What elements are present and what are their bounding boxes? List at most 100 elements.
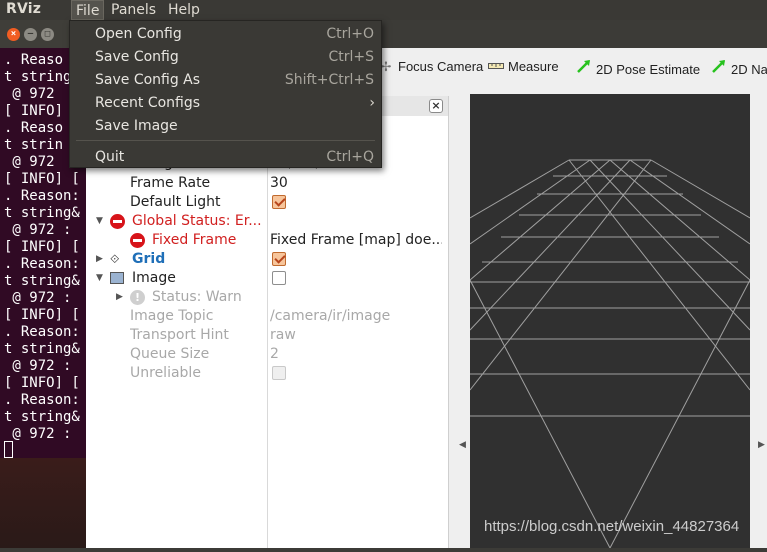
expand-down-icon[interactable]: ▼ bbox=[96, 212, 106, 231]
display-row-fixed-frame[interactable]: Fixed Frame Fixed Frame [map] doe... bbox=[86, 231, 446, 250]
menu-item-open-config[interactable]: Open Config Ctrl+O bbox=[70, 23, 381, 45]
checkbox[interactable] bbox=[272, 252, 286, 266]
terminal-line: @ 972 : bbox=[4, 290, 72, 306]
row-value: /camera/ir/image bbox=[270, 308, 391, 324]
row-value: Fixed Frame [map] doe... bbox=[270, 232, 442, 248]
row-name: Unreliable bbox=[130, 365, 201, 381]
tool-label: Focus Camera bbox=[398, 59, 484, 74]
terminal-line: t string& bbox=[4, 409, 80, 425]
display-row-unreliable[interactable]: Unreliable bbox=[86, 364, 446, 383]
menu-item-save-config[interactable]: Save Config Ctrl+S bbox=[70, 46, 381, 68]
3d-viewport[interactable] bbox=[469, 94, 751, 549]
tool-measure[interactable]: Measure bbox=[488, 58, 559, 76]
menu-item-label: Open Config bbox=[95, 26, 182, 42]
expand-down-icon[interactable]: ▼ bbox=[96, 269, 106, 288]
display-row-frame-rate[interactable]: Frame Rate 30 bbox=[86, 174, 446, 193]
menu-item-label: Save Config bbox=[95, 49, 179, 65]
display-row-transport-hint[interactable]: Transport Hint raw bbox=[86, 326, 446, 345]
display-row-default-light[interactable]: Default Light bbox=[86, 193, 446, 212]
terminal-line: [ INFO] [ bbox=[4, 375, 80, 391]
terminal-cursor bbox=[4, 441, 13, 458]
terminal-line: [ INFO] [ bbox=[4, 239, 80, 255]
terminal-line: [ INFO] [ bbox=[4, 307, 80, 323]
expand-right-icon[interactable]: ▶ bbox=[116, 288, 126, 307]
menu-separator bbox=[76, 140, 375, 141]
minimize-window-icon[interactable]: – bbox=[24, 28, 37, 41]
scroll-left-icon[interactable]: ◀ bbox=[459, 440, 466, 450]
row-name: Queue Size bbox=[130, 346, 210, 362]
row-name: Default Light bbox=[130, 194, 221, 210]
menu-file[interactable]: File bbox=[71, 0, 105, 20]
row-name: Image bbox=[132, 270, 176, 286]
ruler-icon bbox=[488, 58, 504, 76]
terminal-line: . Reason: bbox=[4, 324, 80, 340]
terminal-line: @ 972 : bbox=[4, 426, 72, 442]
row-name: Global Status: Er... bbox=[132, 213, 262, 229]
chevron-right-icon: › bbox=[369, 95, 375, 111]
row-value: 2 bbox=[270, 346, 279, 362]
menu-help[interactable]: Help bbox=[164, 0, 204, 20]
terminal-line: . Reason: bbox=[4, 188, 80, 204]
row-name: Transport Hint bbox=[130, 327, 229, 343]
expand-right-icon[interactable]: ▶ bbox=[96, 250, 106, 269]
menu-item-label: Recent Configs bbox=[95, 95, 201, 111]
row-name: Frame Rate bbox=[130, 175, 211, 191]
row-name: Status: Warn bbox=[152, 289, 242, 305]
file-menu-dropdown: Open Config Ctrl+O Save Config Ctrl+S Sa… bbox=[69, 20, 382, 168]
green-arrow-icon bbox=[711, 58, 727, 79]
terminal-line: t string& bbox=[4, 273, 80, 289]
image-icon bbox=[110, 272, 124, 284]
grid-icon: ⟐ bbox=[110, 252, 120, 266]
desktop-background bbox=[0, 458, 86, 548]
error-icon bbox=[110, 214, 125, 229]
terminal-line: @ 972 : bbox=[4, 222, 72, 238]
error-icon bbox=[130, 233, 145, 248]
tool-2d-nav-goal[interactable]: 2D Na bbox=[711, 58, 767, 79]
shortcut-label: Ctrl+Q bbox=[326, 149, 374, 165]
terminal-line: . Reason: bbox=[4, 392, 80, 408]
terminal-line: [ INFO] [ bbox=[4, 171, 80, 187]
display-row-queue-size[interactable]: Queue Size 2 bbox=[86, 345, 446, 364]
scroll-right-icon[interactable]: ▶ bbox=[758, 440, 765, 450]
menu-item-recent-configs[interactable]: Recent Configs › bbox=[70, 92, 381, 114]
shortcut-label: Ctrl+O bbox=[326, 26, 374, 42]
checkbox[interactable] bbox=[272, 366, 286, 380]
maximize-window-icon[interactable]: □ bbox=[41, 28, 54, 41]
shortcut-label: Ctrl+S bbox=[328, 49, 374, 65]
watermark-text: https://blog.csdn.net/weixin_44827364 bbox=[484, 518, 740, 535]
tool-label: Measure bbox=[508, 59, 559, 74]
terminal-line: . Reason: bbox=[4, 256, 80, 272]
row-value: 30 bbox=[270, 175, 288, 191]
display-row-grid[interactable]: ▶ ⟐ Grid bbox=[86, 250, 446, 269]
display-row-status-warn[interactable]: ▶ ! Status: Warn bbox=[86, 288, 446, 307]
warning-icon: ! bbox=[130, 290, 145, 305]
shortcut-label: Shift+Ctrl+S bbox=[284, 72, 374, 88]
checkbox[interactable] bbox=[272, 195, 286, 209]
row-name: Fixed Frame bbox=[152, 232, 237, 248]
display-row-image[interactable]: ▼ Image bbox=[86, 269, 446, 288]
terminal-line: t string& bbox=[4, 205, 80, 221]
menu-item-quit[interactable]: Quit Ctrl+Q bbox=[70, 146, 381, 168]
row-value: raw bbox=[270, 327, 296, 343]
menu-item-label: Save Image bbox=[95, 118, 178, 134]
menu-panels[interactable]: Panels bbox=[107, 0, 160, 20]
row-name: Image Topic bbox=[130, 308, 214, 324]
grid-render bbox=[469, 159, 751, 549]
menubar: RViz File Panels Help bbox=[0, 0, 767, 20]
menu-item-label: Save Config As bbox=[95, 72, 201, 88]
app-name: RViz bbox=[6, 1, 42, 17]
display-row-image-topic[interactable]: Image Topic /camera/ir/image bbox=[86, 307, 446, 326]
menu-item-save-image[interactable]: Save Image bbox=[70, 115, 381, 137]
display-row-global-status[interactable]: ▼ Global Status: Er... bbox=[86, 212, 446, 231]
green-arrow-icon bbox=[576, 58, 592, 79]
tool-label: 2D Na bbox=[731, 62, 767, 77]
tool-focus-camera[interactable]: ✢ Focus Camera bbox=[378, 58, 484, 76]
checkbox[interactable] bbox=[272, 271, 286, 285]
tool-2d-pose-estimate[interactable]: 2D Pose Estimate bbox=[576, 58, 700, 79]
close-icon[interactable]: × bbox=[429, 99, 443, 113]
menu-item-label: Quit bbox=[95, 149, 125, 165]
terminal-line: t string& bbox=[4, 341, 80, 357]
row-name: Grid bbox=[132, 251, 166, 267]
close-window-icon[interactable]: × bbox=[7, 28, 20, 41]
menu-item-save-config-as[interactable]: Save Config As Shift+Ctrl+S bbox=[70, 69, 381, 91]
